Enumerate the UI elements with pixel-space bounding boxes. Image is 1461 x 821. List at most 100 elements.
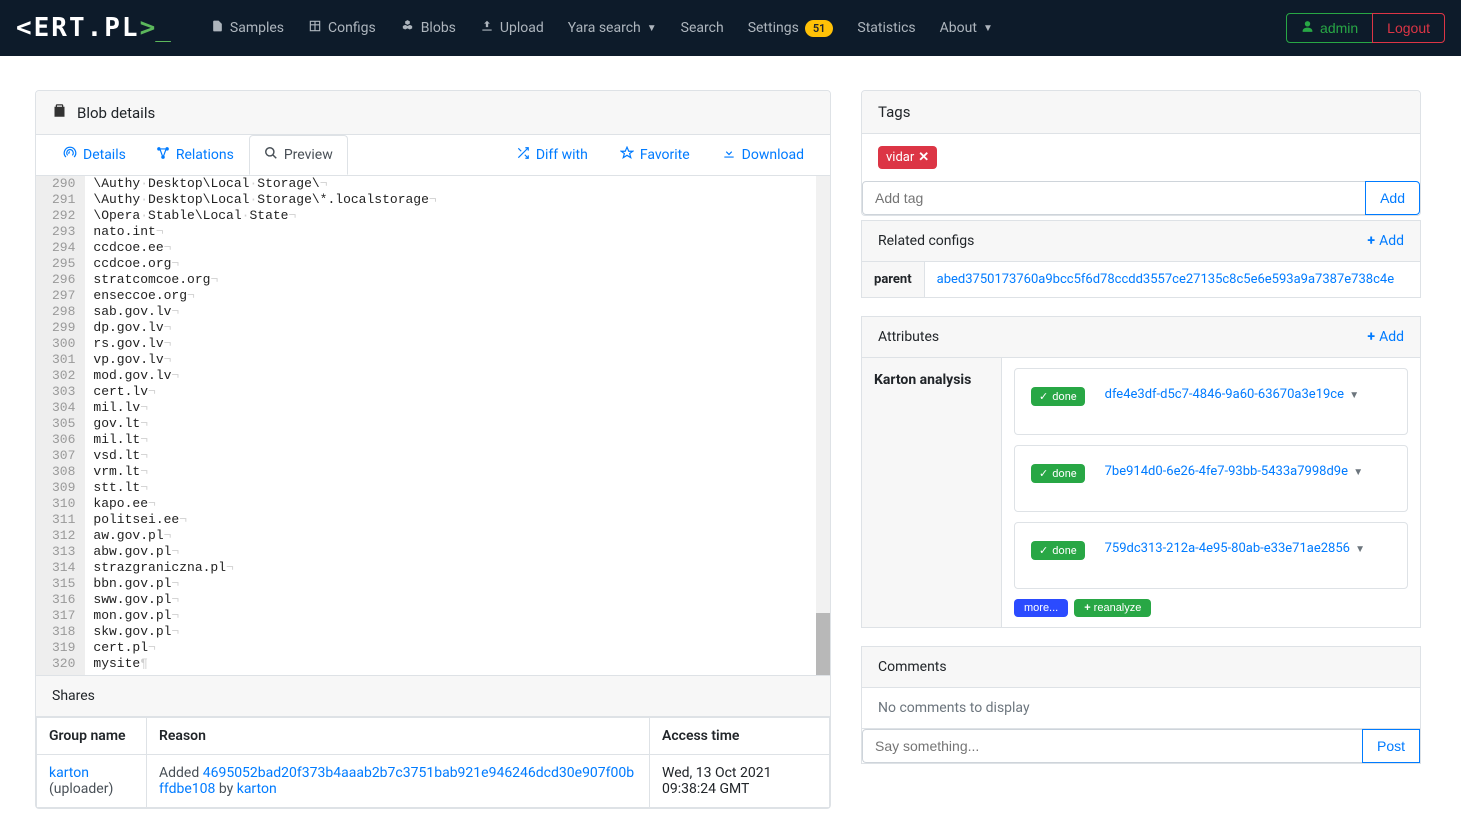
code-content[interactable]: \Authy·Desktop\Local·Storage\¬\Authy·Des…	[85, 176, 830, 675]
shares-header: Shares	[36, 675, 830, 717]
tab-relations[interactable]: Relations	[141, 135, 249, 175]
logo-underscore-icon: _	[155, 13, 171, 43]
code-line: stratcomcoe.org¬	[93, 272, 822, 288]
col-time: Access time	[650, 718, 830, 755]
reason-prefix: Added	[159, 765, 203, 781]
line-number: 290	[52, 176, 75, 192]
tag-chip[interactable]: vidar ✕	[878, 146, 937, 169]
nav-statistics-label: Statistics	[857, 20, 915, 36]
action-download-label: Download	[742, 147, 804, 163]
code-line: aw.gov.pl¬	[93, 528, 822, 544]
line-number: 310	[52, 496, 75, 512]
admin-label: admin	[1320, 20, 1358, 36]
code-line: sab.gov.lv¬	[93, 304, 822, 320]
code-line: ccdcoe.org¬	[93, 256, 822, 272]
code-line: gov.lt¬	[93, 416, 822, 432]
nav-about[interactable]: About ▼	[940, 20, 993, 36]
tab-preview[interactable]: Preview	[249, 135, 348, 175]
line-number: 319	[52, 640, 75, 656]
download-icon	[722, 146, 736, 164]
line-number: 314	[52, 560, 75, 576]
share-group-link[interactable]: karton	[49, 765, 89, 781]
post-button[interactable]: Post	[1362, 729, 1420, 763]
code-preview: 2902912922932942952962972982993003013023…	[36, 175, 830, 675]
analysis-id-link[interactable]: 7be914d0-6e26-4fe7-93bb-5433a7998d9e ▼	[1105, 464, 1364, 479]
nav-settings[interactable]: Settings 51	[748, 20, 834, 37]
table-row: karton (uploader) Added 4695052bad20f373…	[37, 755, 830, 808]
line-number: 317	[52, 608, 75, 624]
analysis-id-link[interactable]: dfe4e3df-d5c7-4846-9a60-63670a3e19ce ▼	[1105, 387, 1360, 402]
code-line: \Authy·Desktop\Local·Storage\¬	[93, 176, 822, 192]
related-add-link[interactable]: + Add	[1367, 233, 1404, 249]
line-number: 302	[52, 368, 75, 384]
blob-tabs: Details Relations Preview	[36, 135, 830, 175]
cell-group: karton (uploader)	[37, 755, 147, 808]
logout-button[interactable]: Logout	[1372, 13, 1445, 43]
code-line: kapo.ee¬	[93, 496, 822, 512]
analysis-id-link[interactable]: 759dc313-212a-4e95-80ab-e33e71ae2856 ▼	[1105, 541, 1365, 556]
line-number: 311	[52, 512, 75, 528]
code-lines: 2902912922932942952962972982993003013023…	[36, 176, 830, 675]
status-badge: ✓ done	[1031, 387, 1085, 406]
tab-details[interactable]: Details	[48, 135, 141, 175]
related-key: parent	[862, 262, 925, 298]
comments-title: Comments	[878, 659, 947, 675]
analysis-item: ✓ done7be914d0-6e26-4fe7-93bb-5433a7998d…	[1014, 445, 1408, 512]
code-line: rs.gov.lv¬	[93, 336, 822, 352]
main-container: Blob details Details Relations	[0, 56, 1461, 813]
reason-user-link[interactable]: karton	[237, 781, 277, 797]
admin-button[interactable]: admin	[1286, 13, 1373, 43]
cell-reason: Added 4695052bad20f373b4aaab2b7c3751bab9…	[147, 755, 650, 808]
nav-configs[interactable]: Configs	[308, 19, 376, 37]
attr-val-karton: ✓ done dfe4e3df-d5c7-4846-9a60-63670a3e19…	[1002, 358, 1420, 627]
nav-yara-search[interactable]: Yara search ▼	[568, 20, 657, 36]
attributes-header: Attributes + Add	[861, 316, 1421, 357]
related-title: Related configs	[878, 233, 974, 249]
line-number: 304	[52, 400, 75, 416]
code-line: vp.gov.lv¬	[93, 352, 822, 368]
code-line: stt.lt¬	[93, 480, 822, 496]
nav-search[interactable]: Search	[681, 20, 724, 36]
nav-statistics[interactable]: Statistics	[857, 20, 915, 36]
comment-input[interactable]	[862, 729, 1363, 763]
action-download[interactable]: Download	[708, 136, 818, 174]
comments-empty: No comments to display	[861, 688, 1421, 729]
related-hash-link[interactable]: abed3750173760a9bcc5f6d78ccdd3557ce27135…	[937, 272, 1394, 287]
tags-body: vidar ✕	[862, 134, 1420, 181]
reanalyze-button[interactable]: + reanalyze	[1074, 599, 1151, 617]
reanalyze-label: reanalyze	[1094, 602, 1142, 614]
shuffle-icon	[516, 146, 530, 164]
related-val: abed3750173760a9bcc5f6d78ccdd3557ce27135…	[924, 262, 1420, 298]
scrollbar-track[interactable]	[816, 176, 830, 675]
fingerprint-icon	[63, 146, 77, 164]
line-number: 291	[52, 192, 75, 208]
attributes-add-label: Add	[1379, 329, 1404, 345]
line-number: 298	[52, 304, 75, 320]
tag-input[interactable]	[862, 181, 1366, 215]
blob-actions: Diff with Favorite Download	[502, 136, 818, 174]
attributes-add-link[interactable]: + Add	[1367, 329, 1404, 345]
close-icon[interactable]: ✕	[918, 150, 929, 165]
nav-blobs[interactable]: Blobs	[400, 19, 456, 37]
code-line: bbn.gov.pl¬	[93, 576, 822, 592]
table-row: parent abed3750173760a9bcc5f6d78ccdd3557…	[862, 262, 1421, 298]
nav-upload[interactable]: Upload	[480, 19, 544, 37]
line-number: 308	[52, 464, 75, 480]
add-tag-button[interactable]: Add	[1365, 181, 1420, 215]
nav-samples[interactable]: Samples	[211, 19, 284, 37]
tab-details-label: Details	[83, 147, 126, 163]
scrollbar-thumb[interactable]	[816, 613, 830, 675]
cubes-icon	[400, 19, 415, 37]
related-table: parent abed3750173760a9bcc5f6d78ccdd3557…	[861, 261, 1421, 298]
action-favorite[interactable]: Favorite	[606, 136, 704, 174]
reason-by: by	[215, 781, 236, 797]
pill-row: more... + reanalyze	[1014, 599, 1408, 617]
action-diff[interactable]: Diff with	[502, 136, 602, 174]
line-number: 301	[52, 352, 75, 368]
search-icon	[264, 146, 278, 164]
more-button[interactable]: more...	[1014, 599, 1068, 617]
comments-card: Comments No comments to display Post	[861, 646, 1421, 764]
share-group-suffix: (uploader)	[49, 781, 113, 797]
brand-logo[interactable]: <ERT.PL > _	[16, 13, 171, 43]
shares-table: Group name Reason Access time karton (up…	[36, 717, 830, 808]
